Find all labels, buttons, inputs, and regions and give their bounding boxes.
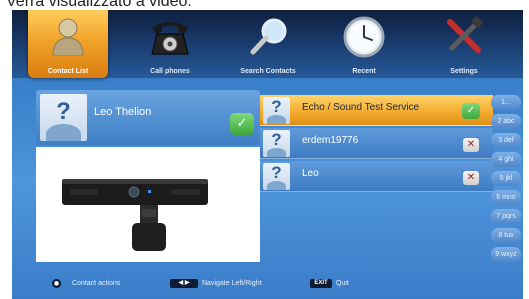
tv-screen: Contact List Call phones Search Contacts bbox=[12, 10, 523, 299]
hint-contact-actions: Contact actions bbox=[72, 280, 121, 287]
exit-key-icon: EXIT bbox=[310, 279, 332, 288]
hint-quit: Quit bbox=[336, 280, 349, 287]
magnifier-icon bbox=[250, 18, 287, 55]
keypad-key-7[interactable]: 7 pqrs bbox=[491, 209, 521, 224]
avatar: ? bbox=[40, 94, 87, 141]
tab-label: Search Contacts bbox=[240, 68, 296, 75]
avatar: ? bbox=[263, 97, 290, 124]
tab-label: Contact List bbox=[47, 68, 89, 75]
check-icon: ✓ bbox=[230, 113, 254, 135]
camera-preview bbox=[36, 147, 260, 262]
check-icon: ✓ bbox=[462, 103, 480, 119]
keypad-key-4[interactable]: 4 ghi bbox=[491, 152, 521, 167]
unknown-user-icon: ? bbox=[271, 163, 282, 182]
avatar: ? bbox=[263, 130, 290, 157]
hint-bar: ● Contact actions ◀ ▶ Navigate Left/Righ… bbox=[12, 276, 523, 299]
contact-name: erdem19776 bbox=[302, 135, 359, 146]
arrow-left-right-icon: ◀ ▶ bbox=[170, 279, 198, 288]
list-item[interactable]: ? Leo ✕ bbox=[260, 161, 493, 192]
keypad-key-5[interactable]: 5 jkl bbox=[491, 171, 521, 186]
ok-button-icon: ● bbox=[52, 279, 61, 288]
tab-label: Recent bbox=[352, 68, 376, 75]
contact-person-icon bbox=[52, 18, 84, 56]
keypad-key-1[interactable]: 1... bbox=[491, 95, 521, 110]
page-caption: Verrà visualizzato a video: bbox=[0, 0, 529, 10]
close-icon[interactable]: ✕ bbox=[463, 138, 479, 152]
webcam-icon bbox=[62, 179, 208, 251]
tab-label: Settings bbox=[450, 68, 478, 75]
tab-recent[interactable]: Recent bbox=[324, 10, 404, 78]
contact-name: Echo / Sound Test Service bbox=[302, 102, 420, 113]
unknown-user-icon: ? bbox=[271, 130, 282, 149]
tab-label: Call phones bbox=[150, 68, 190, 75]
tab-settings[interactable]: Settings bbox=[424, 10, 504, 78]
tab-contact-list[interactable]: Contact List bbox=[28, 10, 108, 78]
contact-name: Leo Thelion bbox=[94, 106, 152, 118]
list-item[interactable]: ? erdem19776 ✕ bbox=[260, 128, 493, 159]
caption-text: Verrà visualizzato a video: bbox=[6, 0, 192, 10]
list-item[interactable]: ? Echo / Sound Test Service ✓ bbox=[260, 95, 493, 126]
keypad-key-2[interactable]: 2 abc bbox=[491, 114, 521, 129]
tools-icon bbox=[447, 16, 484, 53]
close-icon[interactable]: ✕ bbox=[463, 171, 479, 185]
keypad-key-9[interactable]: 9 wxyz bbox=[491, 247, 521, 262]
keypad-key-6[interactable]: 6 mno bbox=[491, 190, 521, 205]
telephone-icon bbox=[151, 22, 189, 55]
unknown-user-icon: ? bbox=[56, 98, 71, 125]
tab-call-phones[interactable]: Call phones bbox=[130, 10, 210, 78]
avatar-silhouette bbox=[46, 124, 81, 141]
unknown-user-icon: ? bbox=[271, 97, 282, 116]
keypad-key-8[interactable]: 8 tuv bbox=[491, 228, 521, 243]
contact-name: Leo bbox=[302, 168, 319, 179]
tab-search-contacts[interactable]: Search Contacts bbox=[228, 10, 308, 78]
tab-bar: Contact List Call phones Search Contacts bbox=[12, 10, 523, 78]
avatar: ? bbox=[263, 163, 290, 190]
clock-icon bbox=[343, 16, 385, 58]
selected-contact-card[interactable]: ? Leo Thelion ✓ bbox=[36, 90, 260, 145]
keypad-key-3[interactable]: 3 def bbox=[491, 133, 521, 148]
hint-navigate: Navigate Left/Right bbox=[202, 280, 262, 287]
